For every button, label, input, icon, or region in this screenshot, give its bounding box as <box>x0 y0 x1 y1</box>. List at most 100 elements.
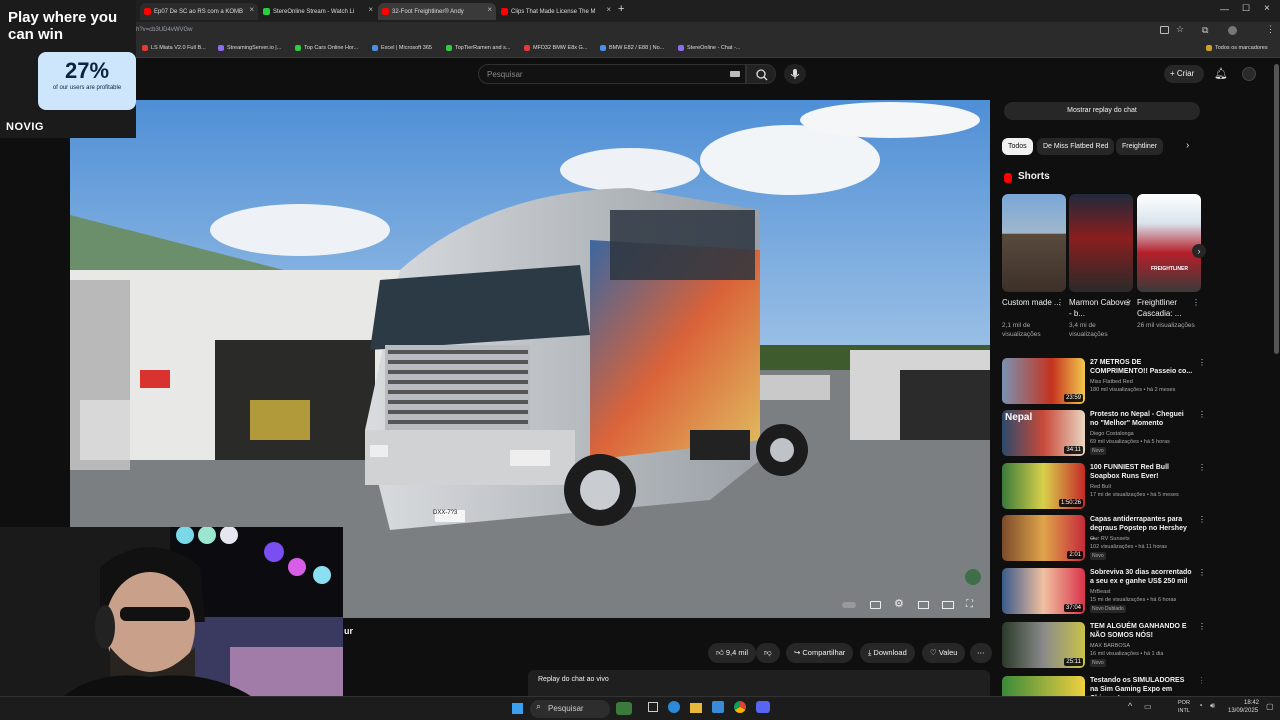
browser-tab-active[interactable]: 32-Foot Freightliner® Andy × <box>378 3 496 20</box>
short-card[interactable]: FREIGHTLINER Freightliner Cascadia: ... … <box>1137 194 1201 330</box>
novig-ad-overlay[interactable]: Play where you can win 27% of our users … <box>0 0 136 138</box>
file-explorer-icon[interactable] <box>690 703 702 713</box>
close-tab-icon[interactable]: × <box>606 5 611 14</box>
keyboard-icon[interactable] <box>730 71 740 77</box>
recommended-video[interactable]: 1:50:26 100 FUNNIEST Red Bull Soapbox Ru… <box>1002 463 1206 511</box>
wifi-icon[interactable]: ◔ <box>1198 701 1203 710</box>
theater-mode-icon[interactable] <box>942 601 954 609</box>
recommended-video[interactable]: 2:01 Capas antiderrapantes para degraus … <box>1002 515 1206 563</box>
browser-tab[interactable]: StereOnline Stream - Watch Li × <box>259 3 377 20</box>
more-options-icon[interactable]: ⋮ <box>1124 298 1132 307</box>
tray-chevron-icon[interactable]: ^ <box>1128 701 1132 711</box>
ad-headline: Play where you can win <box>8 9 118 43</box>
fullscreen-icon[interactable]: ⛶ <box>966 599 973 610</box>
ad-stat-box: 27% of our users are profitable <box>38 52 136 110</box>
more-options-icon[interactable]: ⋮ <box>1198 410 1206 419</box>
more-actions-button[interactable]: ⋯ <box>970 643 992 663</box>
video-title: 100 FUNNIEST Red Bull Soapbox Runs Ever! <box>1090 464 1169 480</box>
new-tab-icon[interactable]: + <box>618 3 624 15</box>
channel-name: MrBeast <box>1090 589 1111 595</box>
store-icon[interactable] <box>712 701 724 713</box>
install-icon[interactable] <box>1160 26 1169 34</box>
video-meta: 69 mil visualizações • há 5 horas <box>1090 439 1170 445</box>
scrollbar[interactable] <box>1274 64 1279 354</box>
create-button[interactable]: + Criar <box>1164 65 1204 83</box>
chrome-icon[interactable] <box>734 701 746 713</box>
search-input[interactable]: Pesquisar <box>478 64 746 84</box>
widgets-icon[interactable] <box>616 702 632 715</box>
bookmark-item[interactable]: Top Cars Online Hor... <box>295 45 358 51</box>
more-options-icon[interactable]: ⋮ <box>1198 676 1202 685</box>
notifications-bell-icon[interactable]: 🔔︎ <box>1214 67 1228 80</box>
more-options-icon[interactable]: ⋮ <box>1198 358 1206 367</box>
task-view-icon[interactable] <box>648 702 658 712</box>
close-tab-icon[interactable]: × <box>368 5 373 14</box>
chat-replay-title: Replay do chat ao vivo <box>538 676 609 683</box>
bookmark-item[interactable]: TopTierRamen and s... <box>446 45 510 51</box>
address-bar: h?v=cb3UD4vWVGw ☆ ⧉ ⋮ <box>0 22 1280 42</box>
search-button[interactable] <box>746 64 776 84</box>
chevron-right-icon[interactable]: › <box>1186 140 1189 151</box>
short-card[interactable]: Marmon Cabover - b... 3,4 mi de visualiz… <box>1069 194 1133 339</box>
dislike-button[interactable]: 👎︎ <box>756 643 780 663</box>
language-top[interactable]: POR <box>1178 700 1190 706</box>
browser-tab[interactable]: Ep07 De SC ao RS com a KOMB × <box>140 3 258 20</box>
settings-gear-icon[interactable]: ⚙ <box>894 597 904 610</box>
more-options-icon[interactable]: ⋮ <box>1198 463 1206 472</box>
more-options-icon[interactable]: ⋮ <box>1198 515 1206 524</box>
more-options-icon[interactable]: ⋮ <box>1198 622 1206 631</box>
short-card[interactable]: Custom made ... 2,1 mil de visualizações <box>1002 194 1066 339</box>
notification-center-icon[interactable]: ▢ <box>1266 702 1274 711</box>
autoplay-toggle[interactable] <box>842 602 856 608</box>
windows-start-icon[interactable] <box>512 703 523 714</box>
share-button[interactable]: ↪ Compartilhar <box>786 643 854 663</box>
video-thumbnail: 1:50:26 <box>1002 463 1085 509</box>
recommended-video[interactable]: 23:59 27 METROS DE COMPRIMENTO!! Passeio… <box>1002 358 1206 406</box>
bookmark-icon <box>142 45 148 51</box>
edge-icon[interactable] <box>668 701 680 713</box>
minimize-icon[interactable]: — <box>1220 4 1229 14</box>
avatar[interactable] <box>1242 67 1256 81</box>
network-icon[interactable]: ▭ <box>1144 702 1152 711</box>
show-chat-replay-button[interactable]: Mostrar replay do chat <box>1004 102 1200 120</box>
discord-icon[interactable] <box>756 701 770 713</box>
download-button[interactable]: ⤓ Download <box>860 643 915 663</box>
bookmark-item[interactable]: BMW E82 / E88 | No... <box>600 45 664 51</box>
clock-time[interactable]: 18:42 <box>1244 700 1259 706</box>
bookmark-item[interactable]: StreamingServer.io |... <box>218 45 281 51</box>
more-options-icon[interactable]: ⋮ <box>1192 298 1200 307</box>
more-options-icon[interactable]: ⋮ <box>1056 298 1064 307</box>
chip-miss-flatbed-red[interactable]: De Miss Flatbed Red <box>1037 138 1115 155</box>
close-window-icon[interactable]: × <box>1264 3 1270 14</box>
miniplayer-icon[interactable] <box>918 601 929 609</box>
like-button[interactable]: 👍︎ 9,4 mil <box>708 643 757 663</box>
url-field[interactable]: h?v=cb3UD4vWVGw <box>136 27 193 33</box>
voice-search-button[interactable] <box>784 64 806 84</box>
all-bookmarks[interactable]: Todos os marcadores <box>1206 45 1268 51</box>
bookmark-label: Excel | Microsoft 365 <box>381 45 432 51</box>
profile-icon[interactable] <box>1228 26 1237 35</box>
close-tab-icon[interactable]: × <box>487 5 492 14</box>
maximize-icon[interactable]: ☐ <box>1242 3 1250 14</box>
recommended-video[interactable]: 37:04 Sobreviva 30 dias acorrentado a se… <box>1002 568 1206 616</box>
taskbar-search[interactable]: Pesquisar <box>530 700 610 718</box>
bookmark-item[interactable]: MFD32 BMW E8x G... <box>524 45 587 51</box>
chip-freightliner[interactable]: Freightliner <box>1116 138 1164 155</box>
bookmark-item[interactable]: StereOnline - Chat -... <box>678 45 741 51</box>
close-tab-icon[interactable]: × <box>249 5 254 14</box>
subtitles-icon[interactable] <box>870 601 881 609</box>
menu-icon[interactable]: ⋮ <box>1266 24 1275 35</box>
shorts-next-chevron-icon[interactable]: › <box>1192 244 1206 258</box>
recommended-video[interactable]: Nepal 34:11 Protesto no Nepal - Cheguei … <box>1002 410 1206 458</box>
recommended-video[interactable]: 25:11 TEM ALGUÉM GANHANDO E NÃO SOMOS NÓ… <box>1002 622 1206 670</box>
bookmark-item[interactable]: LS Miata V2.0 Full B... <box>142 45 206 51</box>
browser-tab[interactable]: Clips That Made License The M × <box>497 3 615 20</box>
bookmark-item[interactable]: Excel | Microsoft 365 <box>372 45 432 51</box>
star-icon[interactable]: ☆ <box>1176 24 1184 35</box>
volume-icon[interactable]: 🔊︎ <box>1210 701 1215 711</box>
extensions-icon[interactable]: ⧉ <box>1202 25 1208 36</box>
more-options-icon[interactable]: ⋮ <box>1198 568 1206 577</box>
thanks-button[interactable]: ♡ Valeu <box>922 643 966 663</box>
chip-all[interactable]: Todos <box>1002 138 1033 155</box>
recommended-video[interactable]: Testando os SIMULADORES na Sim Gaming Ex… <box>1002 676 1202 696</box>
